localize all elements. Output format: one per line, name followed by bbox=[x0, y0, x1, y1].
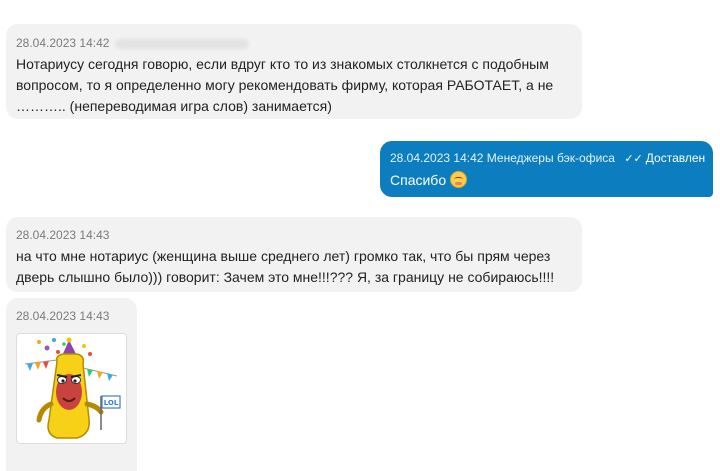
sticker-flag-text: LOL bbox=[104, 399, 119, 407]
message-timestamp: 28.04.2023 14:43 bbox=[16, 228, 110, 242]
delivery-status: ✓✓ Доставлен bbox=[624, 151, 705, 165]
message-meta: 28.04.2023 14:43 bbox=[16, 308, 127, 324]
message-line: на что мне нотариус (женщина выше средне… bbox=[16, 248, 551, 264]
message-timestamp: 28.04.2023 14:42 bbox=[390, 151, 484, 165]
blurred-sender-name bbox=[115, 38, 250, 49]
message-text: Спасибо bbox=[390, 170, 703, 191]
message-line: вопросом, то я определенно могу рекоменд… bbox=[16, 77, 554, 93]
smiling-face-icon bbox=[450, 171, 468, 188]
outgoing-message: 28.04.2023 14:42 Менеджеры бэк-офиса ✓✓ Д… bbox=[380, 141, 713, 197]
message-meta: 28.04.2023 14:43 bbox=[16, 227, 572, 243]
message-timestamp: 28.04.2023 14:42 bbox=[16, 36, 110, 50]
incoming-message: 28.04.2023 14:42 Нотариусу сегодня говор… bbox=[6, 24, 582, 119]
message-timestamp: 28.04.2023 14:43 bbox=[16, 309, 110, 323]
banana-lol-sticker[interactable]: LOL bbox=[16, 333, 127, 444]
message-line: Спасибо bbox=[390, 172, 447, 188]
message-meta: 28.04.2023 14:42 Менеджеры бэк-офиса ✓✓ Д… bbox=[390, 150, 705, 167]
message-line: ……….. (непереводимая игра слов) занимает… bbox=[16, 98, 332, 114]
message-text: Нотариусу сегодня говорю, если вдруг кто… bbox=[16, 54, 572, 117]
message-line: дверь слышно было))) говорит: Зачем это … bbox=[16, 269, 555, 285]
delivery-status-label: Доставлен bbox=[645, 151, 706, 165]
message-sender: Менеджеры бэк-офиса bbox=[486, 151, 615, 165]
incoming-message: 28.04.2023 14:43 на что мне нотариус (же… bbox=[6, 217, 582, 292]
banana-sticker-image: LOL bbox=[24, 337, 121, 439]
message-meta: 28.04.2023 14:42 bbox=[16, 35, 572, 51]
message-line: Нотариусу сегодня говорю, если вдруг кто… bbox=[16, 56, 549, 72]
message-text: на что мне нотариус (женщина выше средне… bbox=[16, 246, 572, 288]
double-check-icon: ✓✓ bbox=[624, 153, 643, 165]
